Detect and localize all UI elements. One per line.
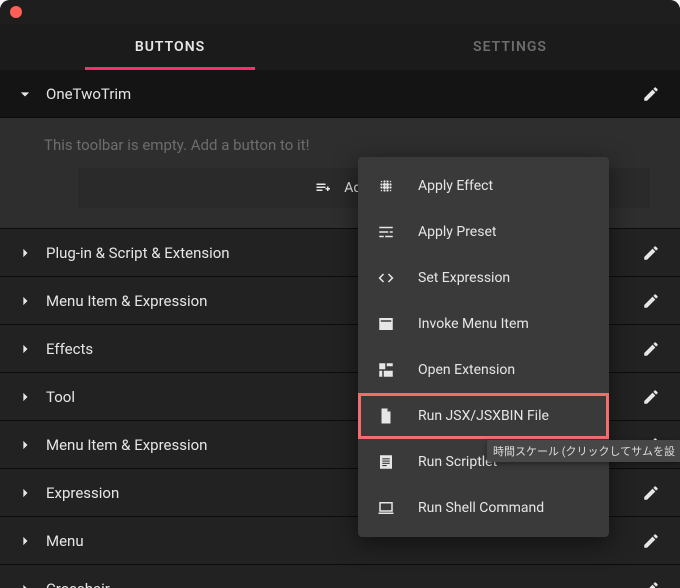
dashboard-icon: [376, 360, 396, 380]
chevron-right-icon: [14, 482, 36, 504]
section-title: Tool: [46, 388, 75, 406]
menu-item-label: Apply Preset: [418, 224, 496, 240]
section-title: OneTwoTrim: [46, 85, 131, 103]
menu-item[interactable]: Apply Preset: [358, 209, 609, 255]
playlist-add-icon: [314, 178, 334, 198]
chevron-right-icon: [14, 578, 36, 588]
close-window-button[interactable]: [10, 6, 22, 18]
menu-item-label: Run Scriptlet: [418, 454, 497, 470]
empty-toolbar-message: This toolbar is empty. Add a button to i…: [44, 136, 656, 154]
section-title: Menu Item & Expression: [46, 436, 207, 454]
menu-item-label: Apply Effect: [418, 178, 493, 194]
menu-item-label: Run JSX/JSXBIN File: [418, 408, 549, 424]
edit-icon[interactable]: [640, 482, 662, 504]
edit-icon[interactable]: [640, 578, 662, 588]
add-button-action-menu[interactable]: Apply Effect Apply Preset Set Expression In…: [358, 157, 609, 537]
section-title: Expression: [46, 484, 119, 502]
chevron-right-icon: [14, 338, 36, 360]
edit-icon[interactable]: [640, 242, 662, 264]
menu-item[interactable]: Invoke Menu Item: [358, 301, 609, 347]
menu-box-icon: [376, 314, 396, 334]
section-title: Menu: [46, 532, 84, 550]
section-title: Plug-in & Script & Extension: [46, 244, 230, 262]
section-header[interactable]: Crosshair: [0, 565, 680, 588]
section-title: Crosshair: [46, 580, 110, 588]
edit-icon[interactable]: [640, 386, 662, 408]
tab-label: BUTTONS: [135, 39, 205, 55]
menu-item[interactable]: Run Shell Command: [358, 485, 609, 531]
file-icon: [376, 406, 396, 426]
menu-item[interactable]: Open Extension: [358, 347, 609, 393]
chevron-right-icon: [14, 530, 36, 552]
section-title: Menu Item & Expression: [46, 292, 207, 310]
tab-settings[interactable]: SETTINGS: [340, 24, 680, 70]
chevron-right-icon: [14, 386, 36, 408]
tab-label: SETTINGS: [473, 39, 547, 55]
edit-icon[interactable]: [640, 338, 662, 360]
chevron-down-icon: [14, 83, 36, 105]
edit-icon[interactable]: [640, 290, 662, 312]
menu-item-label: Open Extension: [418, 362, 515, 378]
chevron-right-icon: [14, 242, 36, 264]
titlebar: [0, 0, 680, 24]
chevron-right-icon: [14, 290, 36, 312]
code-icon: [376, 268, 396, 288]
tune-icon: [376, 222, 396, 242]
edit-icon[interactable]: [640, 530, 662, 552]
menu-item-label: Invoke Menu Item: [418, 316, 529, 332]
menu-item[interactable]: Apply Effect: [358, 163, 609, 209]
menu-item[interactable]: Set Expression: [358, 255, 609, 301]
menu-item-label: Run Shell Command: [418, 500, 544, 516]
app-window: BUTTONS SETTINGS OneTwoTrim This toolbar…: [0, 0, 680, 588]
menu-item-label: Set Expression: [418, 270, 510, 286]
section-header-onetwotrim[interactable]: OneTwoTrim: [0, 70, 680, 118]
chevron-right-icon: [14, 434, 36, 456]
menu-item[interactable]: Run JSX/JSXBIN File: [358, 393, 609, 439]
tabs-bar: BUTTONS SETTINGS: [0, 24, 680, 70]
tab-buttons[interactable]: BUTTONS: [0, 24, 340, 70]
edit-icon[interactable]: [640, 83, 662, 105]
laptop-icon: [376, 498, 396, 518]
blur-icon: [376, 176, 396, 196]
article-icon: [376, 452, 396, 472]
section-title: Effects: [46, 340, 93, 358]
tooltip: 時間スケール (クリックしてサムを設: [487, 440, 680, 462]
